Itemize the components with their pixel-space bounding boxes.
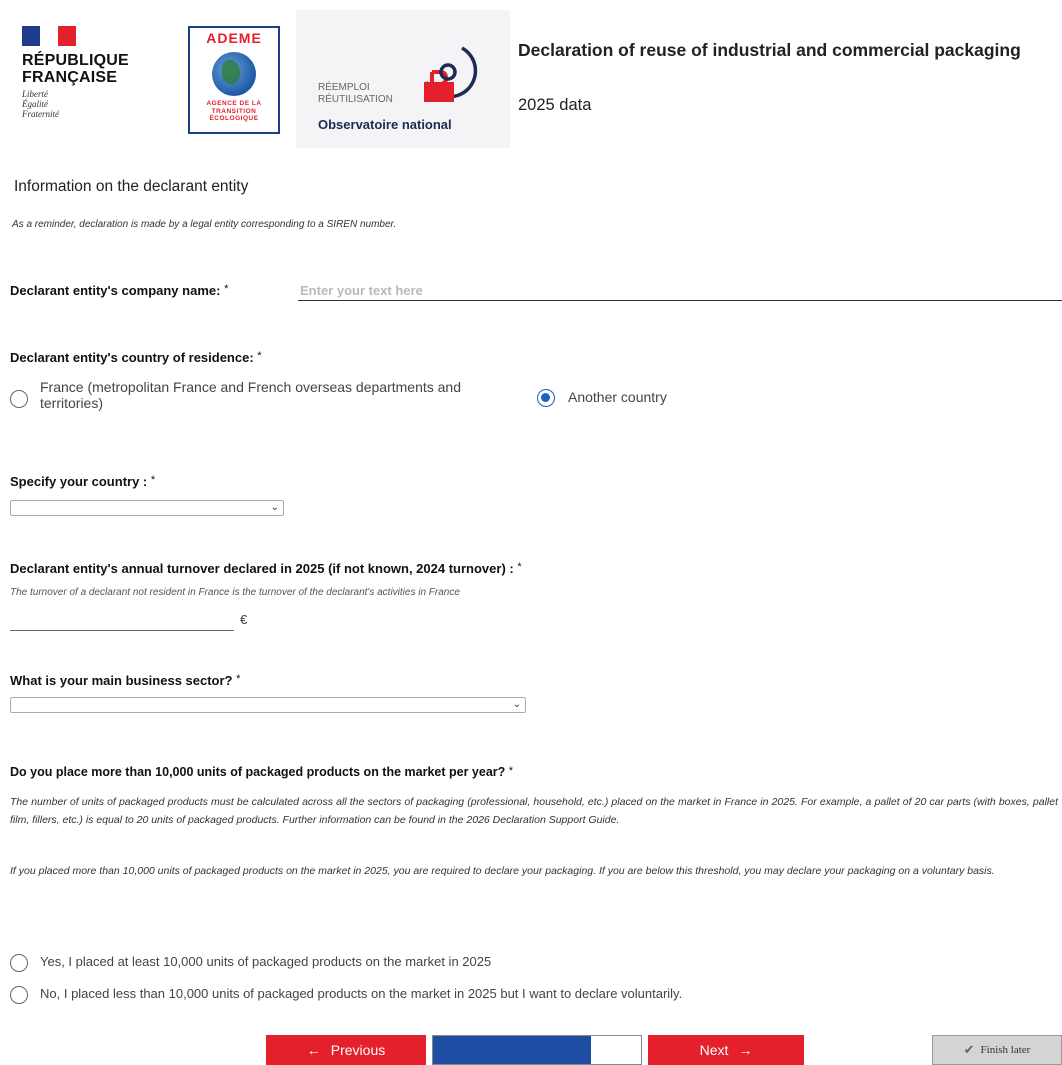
section-reminder: As a reminder, declaration is made by a …	[12, 219, 397, 230]
option-france-label[interactable]: France (metropolitan France and French o…	[40, 379, 520, 411]
ademe-subtitle: AGENCE DE LA TRANSITION ÉCOLOGIQUE	[190, 100, 278, 123]
country-select[interactable]: ⌄	[10, 500, 284, 516]
arrow-left-icon: ←	[306, 1042, 321, 1058]
option-no-units-label[interactable]: No, I placed less than 10,000 units of p…	[40, 986, 682, 1001]
reuse-logo-icon	[424, 46, 478, 102]
euro-unit: €	[240, 612, 248, 627]
specify-country-label-text: Specify your country :	[10, 474, 148, 489]
turnover-note: The turnover of a declarant not resident…	[10, 587, 460, 598]
turnover-label-text: Declarant entity's annual turnover decla…	[10, 561, 514, 576]
obs-small-2: RÉUTILISATION	[318, 94, 393, 105]
radio-another-country[interactable]	[537, 389, 555, 407]
page-title: Declaration of reuse of industrial and c…	[518, 40, 1021, 60]
required-marker: *	[150, 474, 156, 486]
checkmark-icon: ✔	[963, 1042, 975, 1057]
gov-name: RÉPUBLIQUE FRANÇAISE	[22, 52, 172, 86]
obs-small-1: RÉEMPLOI	[318, 82, 370, 93]
company-name-label: Declarant entity's company name: *	[10, 283, 228, 298]
specify-country-label: Specify your country : *	[10, 474, 155, 489]
sector-select[interactable]: ⌄	[10, 697, 526, 713]
units-label-text: Do you place more than 10,000 units of p…	[10, 765, 506, 779]
french-flag-icon	[22, 26, 76, 46]
chevron-down-icon: ⌄	[270, 502, 279, 513]
gov-motto: Liberté Égalité Fraternité	[22, 89, 172, 119]
radio-no-units[interactable]	[10, 986, 28, 1004]
gov-name-line1: RÉPUBLIQUE	[22, 52, 129, 69]
sector-label-text: What is your main business sector?	[10, 673, 233, 688]
turnover-label: Declarant entity's annual turnover decla…	[10, 561, 522, 576]
units-explanation: The number of units of packaged products…	[10, 796, 1058, 826]
turnover-input[interactable]	[10, 612, 234, 631]
ademe-logo: ADEME AGENCE DE LA TRANSITION ÉCOLOGIQUE	[188, 26, 280, 134]
company-name-label-text: Declarant entity's company name:	[10, 283, 221, 298]
previous-button-label: Previous	[330, 1042, 386, 1058]
gov-name-line2: FRANÇAISE	[22, 69, 118, 86]
next-button-label: Next	[699, 1042, 729, 1058]
radio-yes-units[interactable]	[10, 954, 28, 972]
page-subtitle: 2025 data	[518, 96, 592, 114]
units-label: Do you place more than 10,000 units of p…	[10, 765, 513, 779]
gov-motto-1: Liberté	[22, 89, 48, 99]
country-residence-label-text: Declarant entity's country of residence:	[10, 350, 254, 365]
ademe-title: ADEME	[206, 30, 262, 46]
ademe-sub-3: ÉCOLOGIQUE	[209, 115, 259, 122]
required-marker: *	[257, 350, 262, 362]
progress-fill	[433, 1036, 592, 1064]
ademe-sub-1: AGENCE DE LA	[206, 100, 262, 107]
country-residence-label: Declarant entity's country of residence:…	[10, 350, 262, 365]
required-marker: *	[224, 283, 229, 295]
arrow-right-icon: →	[738, 1042, 753, 1058]
sector-label: What is your main business sector? *	[10, 673, 240, 688]
gov-motto-2: Égalité	[22, 99, 48, 109]
globe-icon	[212, 52, 256, 96]
section-heading: Information on the declarant entity	[14, 178, 249, 195]
required-marker: *	[508, 765, 514, 777]
units-threshold-note: If you placed more than 10,000 units of …	[10, 865, 995, 877]
obs-name: Observatoire national	[318, 117, 452, 132]
option-yes-units-label[interactable]: Yes, I placed at least 10,000 units of p…	[40, 954, 491, 969]
chevron-down-icon: ⌄	[512, 699, 521, 710]
company-name-input[interactable]	[298, 280, 1062, 301]
required-marker: *	[517, 561, 522, 573]
finish-later-label: Finish later	[980, 1044, 1031, 1056]
option-another-country-label[interactable]: Another country	[568, 389, 667, 405]
obs-small-text: RÉEMPLOI RÉUTILISATION	[318, 82, 393, 106]
observatoire-logo: RÉEMPLOI RÉUTILISATION Observatoire nati…	[296, 10, 510, 148]
ademe-sub-2: TRANSITION	[211, 107, 257, 115]
republique-francaise-logo: RÉPUBLIQUE FRANÇAISE Liberté Égalité Fra…	[22, 26, 172, 136]
required-marker: *	[236, 673, 241, 685]
gov-motto-3: Fraternité	[22, 109, 59, 119]
radio-france[interactable]	[10, 390, 28, 408]
